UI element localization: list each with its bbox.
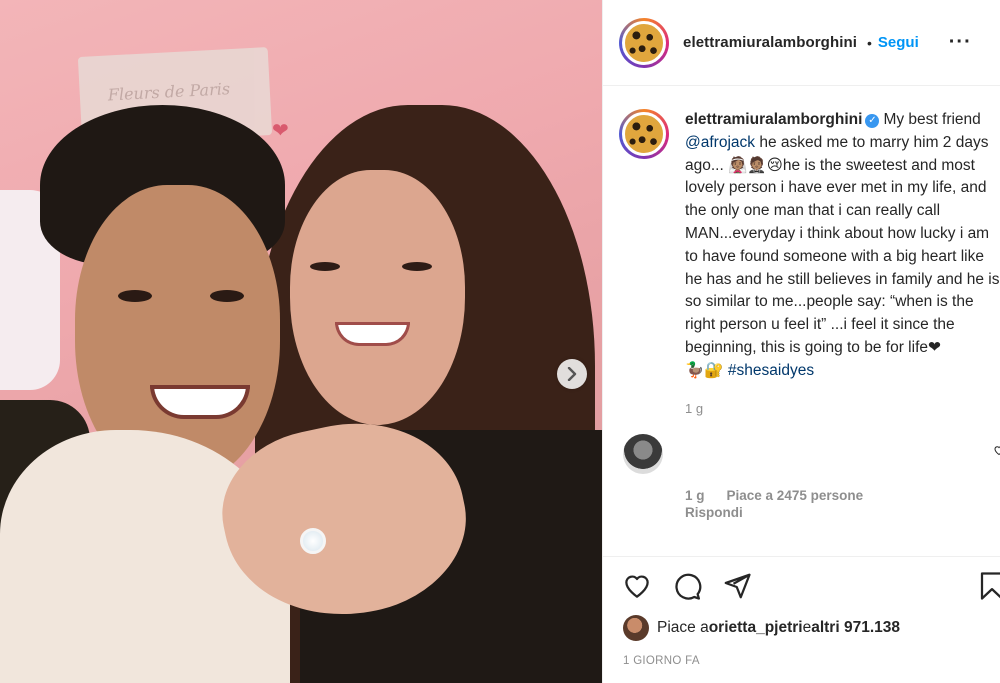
comment-row [603, 416, 1000, 474]
leopard-print-avatar [622, 20, 666, 65]
verified-icon: ✓ [865, 114, 880, 128]
post-panel: elettramiuralamborghini • Segui ··· elet… [602, 0, 1000, 683]
man-eye-right [210, 290, 244, 302]
wall-heart-decoration: ❤ [272, 120, 289, 142]
liker-username[interactable]: orietta_pjetri [709, 619, 803, 637]
likes-middle: e [802, 619, 812, 636]
comment-time: 1 g [685, 487, 705, 503]
frame-text: Fleurs de Paris [107, 79, 231, 105]
reply-button[interactable]: Rispondi [685, 505, 1000, 520]
woman-eye-left [310, 262, 340, 271]
follow-button[interactable]: Segui [878, 34, 919, 51]
comment-meta: 1 g Piace a 2475 persone [685, 488, 1000, 503]
next-photo-button[interactable] [557, 359, 587, 389]
man-eye-left [118, 290, 152, 302]
likes-prefix: Piace a [657, 619, 709, 636]
likes-others[interactable]: altri 971.138 [811, 619, 900, 637]
liker-avatar[interactable] [623, 615, 649, 641]
caption-username[interactable]: elettramiuralamborghini [685, 111, 862, 128]
engagement-ring [300, 528, 326, 554]
comment-icon[interactable] [671, 571, 703, 601]
header-username[interactable]: elettramiuralamborghini [683, 34, 857, 51]
caption-avatar[interactable] [619, 109, 669, 159]
caption-body-1: My best friend [883, 111, 981, 128]
share-icon[interactable] [721, 571, 753, 601]
heart-icon[interactable] [621, 571, 653, 601]
more-options-icon[interactable]: ··· [949, 31, 972, 54]
commenter-avatar[interactable] [623, 433, 663, 474]
caption-emoji-line: 🦆🔐 [685, 361, 728, 379]
hashtag-link[interactable]: #shesaidyes [728, 362, 814, 379]
woman-eye-right [402, 262, 432, 271]
post-date: 1 GIORNO FA [623, 655, 700, 667]
leopard-print-avatar [622, 112, 666, 156]
post-photo[interactable]: Fleurs de Paris ❤ [0, 0, 602, 683]
comment-likes[interactable]: Piace a 2475 persone [727, 488, 864, 503]
post-header: elettramiuralamborghini • Segui ··· [603, 0, 1000, 86]
caption-time: 1 g [685, 400, 704, 416]
separator-dot: • [867, 34, 872, 51]
woman-face [290, 170, 465, 425]
caption-text: elettramiuralamborghini ✓ My best friend @… [685, 109, 1000, 383]
save-icon[interactable] [977, 571, 1000, 601]
profile-avatar[interactable] [619, 17, 669, 68]
comments-area[interactable]: elettramiuralamborghini ✓ My best friend @… [603, 87, 1000, 556]
caption: elettramiuralamborghini ✓ My best friend @… [603, 87, 1000, 383]
next-arrow-icon [567, 367, 577, 381]
mention-link[interactable]: @afrojack [685, 134, 755, 151]
comment-heart-icon[interactable] [993, 444, 1000, 456]
likes-summary: Piace a orietta_pjetri e altri 971.138 [623, 615, 900, 641]
action-bar [603, 556, 1000, 616]
caption-body-2: he asked me to marry him 2 days ago... 👰… [685, 133, 1000, 356]
